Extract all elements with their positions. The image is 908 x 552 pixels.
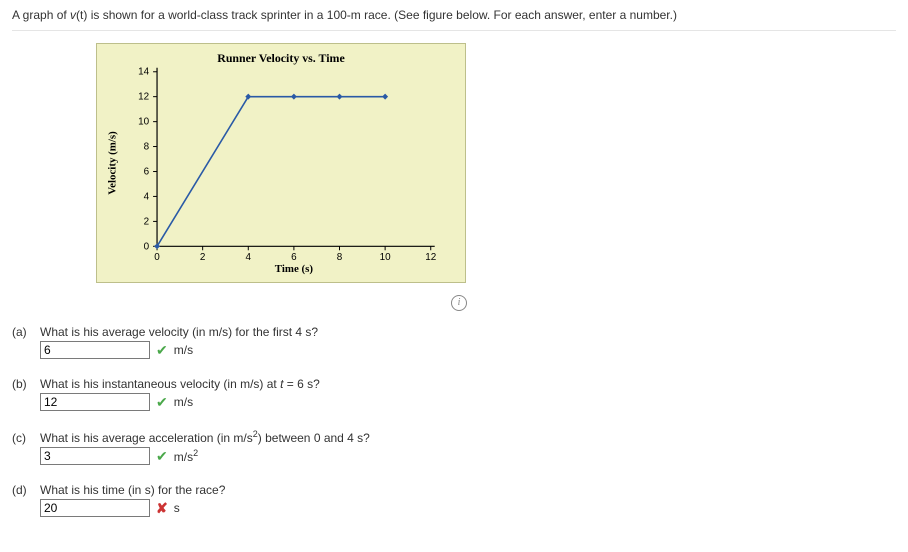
svg-text:6: 6 xyxy=(291,252,297,263)
intro-text: A graph of v(t) is shown for a world-cla… xyxy=(12,8,896,31)
chart-title: Runner Velocity vs. Time xyxy=(217,51,345,65)
svg-text:8: 8 xyxy=(337,252,343,263)
unit-label: m/s xyxy=(174,343,193,357)
unit-label: s xyxy=(174,501,180,515)
question-letter: (a) xyxy=(12,325,40,339)
answer-input-b[interactable] xyxy=(40,393,150,411)
svg-text:8: 8 xyxy=(144,142,150,153)
question-letter: (c) xyxy=(12,431,40,445)
svg-text:12: 12 xyxy=(138,92,150,103)
check-icon: ✔ xyxy=(156,448,168,465)
svg-text:14: 14 xyxy=(138,67,150,78)
x-axis-label: Time (s) xyxy=(275,263,314,275)
answer-input-c[interactable] xyxy=(40,447,150,465)
velocity-time-chart: Runner Velocity vs. Time Velocity (m/s) … xyxy=(96,43,466,283)
svg-text:0: 0 xyxy=(154,252,160,263)
chart-container: Runner Velocity vs. Time Velocity (m/s) … xyxy=(96,43,896,286)
question-letter: (b) xyxy=(12,377,40,391)
svg-text:0: 0 xyxy=(144,241,150,252)
svg-text:2: 2 xyxy=(144,216,150,227)
question-text: What is his time (in s) for the race? xyxy=(40,483,225,497)
question-text: What is his average acceleration (in m/s… xyxy=(40,429,370,445)
question-letter: (d) xyxy=(12,483,40,497)
question-text: What is his average velocity (in m/s) fo… xyxy=(40,325,318,339)
y-axis-label: Velocity (m/s) xyxy=(106,131,118,195)
svg-text:10: 10 xyxy=(138,117,150,128)
svg-text:10: 10 xyxy=(380,252,392,263)
answer-input-d[interactable] xyxy=(40,499,150,517)
check-icon: ✔ xyxy=(156,394,168,411)
svg-text:4: 4 xyxy=(246,252,252,263)
question-a: (a) What is his average velocity (in m/s… xyxy=(12,325,896,359)
velocity-line xyxy=(157,97,385,247)
answer-input-a[interactable] xyxy=(40,341,150,359)
unit-label: m/s xyxy=(174,395,193,409)
unit-label: m/s2 xyxy=(174,448,198,464)
question-b: (b) What is his instantaneous velocity (… xyxy=(12,377,896,411)
info-icon[interactable]: i xyxy=(451,295,467,311)
cross-icon: ✘ xyxy=(156,500,168,517)
check-icon: ✔ xyxy=(156,342,168,359)
svg-text:6: 6 xyxy=(144,167,150,178)
svg-text:4: 4 xyxy=(144,191,150,202)
question-c: (c) What is his average acceleration (in… xyxy=(12,429,896,465)
question-d: (d) What is his time (in s) for the race… xyxy=(12,483,896,517)
svg-text:12: 12 xyxy=(425,252,437,263)
question-text: What is his instantaneous velocity (in m… xyxy=(40,377,320,391)
svg-text:2: 2 xyxy=(200,252,206,263)
